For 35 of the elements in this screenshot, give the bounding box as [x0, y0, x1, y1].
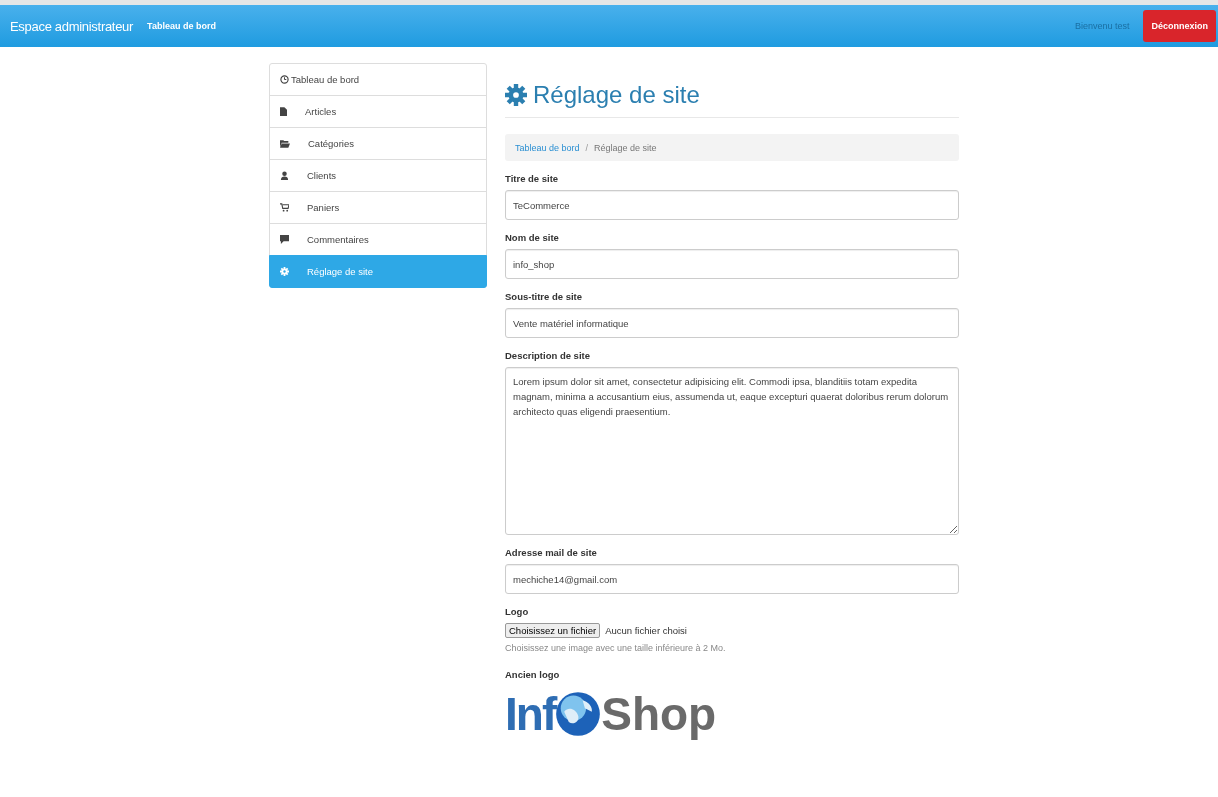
sidebar-item[interactable]: Clients: [269, 159, 487, 192]
breadcrumb-separator: /: [585, 142, 589, 153]
input-field[interactable]: Vente matériel informatique: [505, 308, 959, 338]
sidebar-item[interactable]: Tableau de bord: [269, 63, 487, 96]
help-text: Choisissez une image avec une taille inférieure à 2 Mo.: [505, 643, 727, 653]
clock-icon: [280, 75, 289, 84]
sidebar-item[interactable]: Paniers: [269, 191, 487, 224]
page-title-text: Réglage de site: [533, 81, 700, 109]
textarea-field[interactable]: Lorem ipsum dolor sit amet, consectetur adipisicing elit. Commodi ipsa, blanditiis totam expedita magnam, minima a accusantium eius, assumenda ut, eaque excepturi quaerat doloribus rerum dolorum architecto quas eligendi praesentium.: [505, 367, 959, 535]
file-icon: [280, 107, 287, 116]
cart-icon: [280, 203, 289, 212]
logo-image: Inf Shop: [505, 687, 718, 742]
folder-icon: [280, 139, 290, 148]
input-field[interactable]: mechiche14@gmail.com: [505, 564, 959, 594]
gear-icon: [280, 267, 289, 276]
choose-file-button[interactable]: Choisissez un fichier: [505, 623, 601, 638]
welcome-text: Bienvenu test: [1074, 21, 1130, 31]
field-label: Adresse mail de site: [505, 547, 598, 558]
sidebar-item[interactable]: Articles: [269, 95, 487, 128]
settings-icon: [505, 84, 527, 106]
sidebar-item[interactable]: Catégories: [269, 127, 487, 160]
input-field[interactable]: TeCommerce: [505, 190, 959, 220]
field-label: Description de site: [505, 350, 591, 361]
field-label: Titre de site: [505, 173, 560, 184]
field-label: Nom de site: [505, 232, 560, 243]
logout-button[interactable]: Déconnexion: [1143, 10, 1216, 42]
breadcrumb-item[interactable]: Réglage de site: [594, 142, 657, 153]
field-label: Ancien logo: [505, 669, 561, 680]
field-label: Logo: [505, 606, 530, 617]
field-label: Sous-titre de site: [505, 291, 584, 302]
input-field[interactable]: info_shop: [505, 249, 959, 279]
user-icon: [280, 171, 289, 180]
comment-icon: [280, 235, 289, 244]
sidebar-item[interactable]: Commentaires: [269, 223, 487, 256]
file-status-text: Aucun fichier choisi: [605, 625, 687, 636]
